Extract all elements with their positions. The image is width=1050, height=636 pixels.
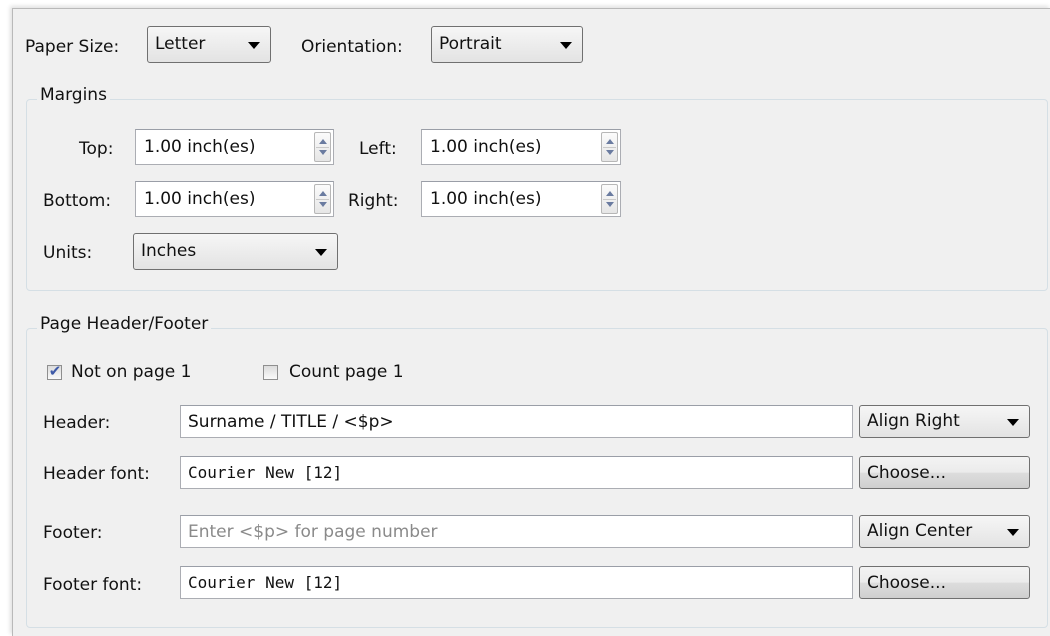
bottom-margin-spin-buttons[interactable]	[314, 184, 331, 214]
units-dropdown[interactable]: Inches	[133, 233, 338, 270]
header-font-field[interactable]: Courier New [12]	[180, 456, 853, 489]
footer-font-field[interactable]: Courier New [12]	[180, 566, 853, 599]
top-margin-spinbox[interactable]: 1.00 inch(es)	[135, 129, 334, 165]
header-align-dropdown[interactable]: Align Right	[859, 405, 1030, 438]
count-page1-label[interactable]: Count page 1	[289, 362, 404, 382]
chevron-down-icon	[1007, 528, 1019, 536]
units-value: Inches	[141, 241, 197, 261]
orientation-value: Portrait	[439, 34, 502, 54]
header-input[interactable]: Surname / TITLE / <$p>	[180, 405, 853, 438]
left-margin-spinbox[interactable]: 1.00 inch(es)	[421, 129, 621, 165]
chevron-down-icon	[248, 41, 260, 49]
header-align-value: Align Right	[867, 411, 960, 431]
right-margin-value: 1.00 inch(es)	[430, 189, 542, 209]
bottom-margin-spinbox[interactable]: 1.00 inch(es)	[135, 181, 334, 217]
header-font-choose-button[interactable]: Choose...	[859, 456, 1030, 489]
not-on-page1-checkbox[interactable]: ✔	[47, 362, 62, 380]
chevron-down-icon	[1007, 418, 1019, 426]
header-font-label: Header font:	[43, 464, 150, 484]
orientation-label: Orientation:	[301, 37, 403, 57]
spin-divider	[603, 199, 616, 200]
paper-size-label: Paper Size:	[25, 37, 120, 57]
margins-group-title: Margins	[37, 85, 110, 105]
not-on-page1-label[interactable]: Not on page 1	[71, 362, 191, 382]
bottom-margin-label: Bottom:	[43, 191, 112, 211]
footer-font-value: Courier New [12]	[188, 573, 343, 592]
bottom-margin-value: 1.00 inch(es)	[144, 189, 256, 209]
paper-size-dropdown[interactable]: Letter	[147, 26, 271, 63]
orientation-dropdown[interactable]: Portrait	[431, 26, 583, 63]
left-margin-value: 1.00 inch(es)	[430, 137, 542, 157]
left-margin-spin-buttons[interactable]	[601, 132, 618, 162]
header-font-value: Courier New [12]	[188, 463, 343, 482]
header-font-choose-label: Choose...	[867, 462, 946, 483]
spin-divider	[316, 199, 329, 200]
spin-down-icon	[606, 150, 614, 155]
footer-align-value: Align Center	[867, 521, 973, 541]
top-margin-label: Top:	[79, 139, 114, 159]
footer-font-label: Footer font:	[43, 575, 143, 595]
footer-font-choose-button[interactable]: Choose...	[859, 566, 1030, 599]
spin-up-icon	[606, 191, 614, 196]
footer-input[interactable]: Enter <$p> for page number	[180, 515, 853, 548]
header-label: Header:	[43, 413, 111, 433]
footer-font-choose-label: Choose...	[867, 572, 946, 593]
page-setup-panel: Paper Size: Letter Orientation: Portrait…	[12, 8, 1050, 636]
right-margin-spin-buttons[interactable]	[601, 184, 618, 214]
right-margin-label: Right:	[348, 191, 399, 211]
footer-label: Footer:	[43, 523, 103, 543]
top-margin-spin-buttons[interactable]	[314, 132, 331, 162]
footer-input-placeholder: Enter <$p> for page number	[188, 521, 438, 542]
spin-down-icon	[319, 150, 327, 155]
chevron-down-icon	[315, 248, 327, 256]
spin-divider	[603, 147, 616, 148]
spin-up-icon	[606, 139, 614, 144]
units-label: Units:	[43, 243, 93, 263]
right-margin-spinbox[interactable]: 1.00 inch(es)	[421, 181, 621, 217]
chevron-down-icon	[560, 41, 572, 49]
footer-align-dropdown[interactable]: Align Center	[859, 515, 1030, 548]
top-margin-value: 1.00 inch(es)	[144, 137, 256, 157]
paper-size-value: Letter	[155, 34, 206, 54]
spin-down-icon	[606, 202, 614, 207]
checkmark-icon: ✔	[48, 362, 62, 380]
header-input-value: Surname / TITLE / <$p>	[188, 411, 394, 432]
count-page1-checkbox[interactable]	[263, 365, 278, 380]
spin-divider	[316, 147, 329, 148]
spin-up-icon	[319, 139, 327, 144]
spin-up-icon	[319, 191, 327, 196]
left-margin-label: Left:	[359, 139, 397, 159]
header-footer-group-title: Page Header/Footer	[37, 314, 212, 334]
spin-down-icon	[319, 202, 327, 207]
